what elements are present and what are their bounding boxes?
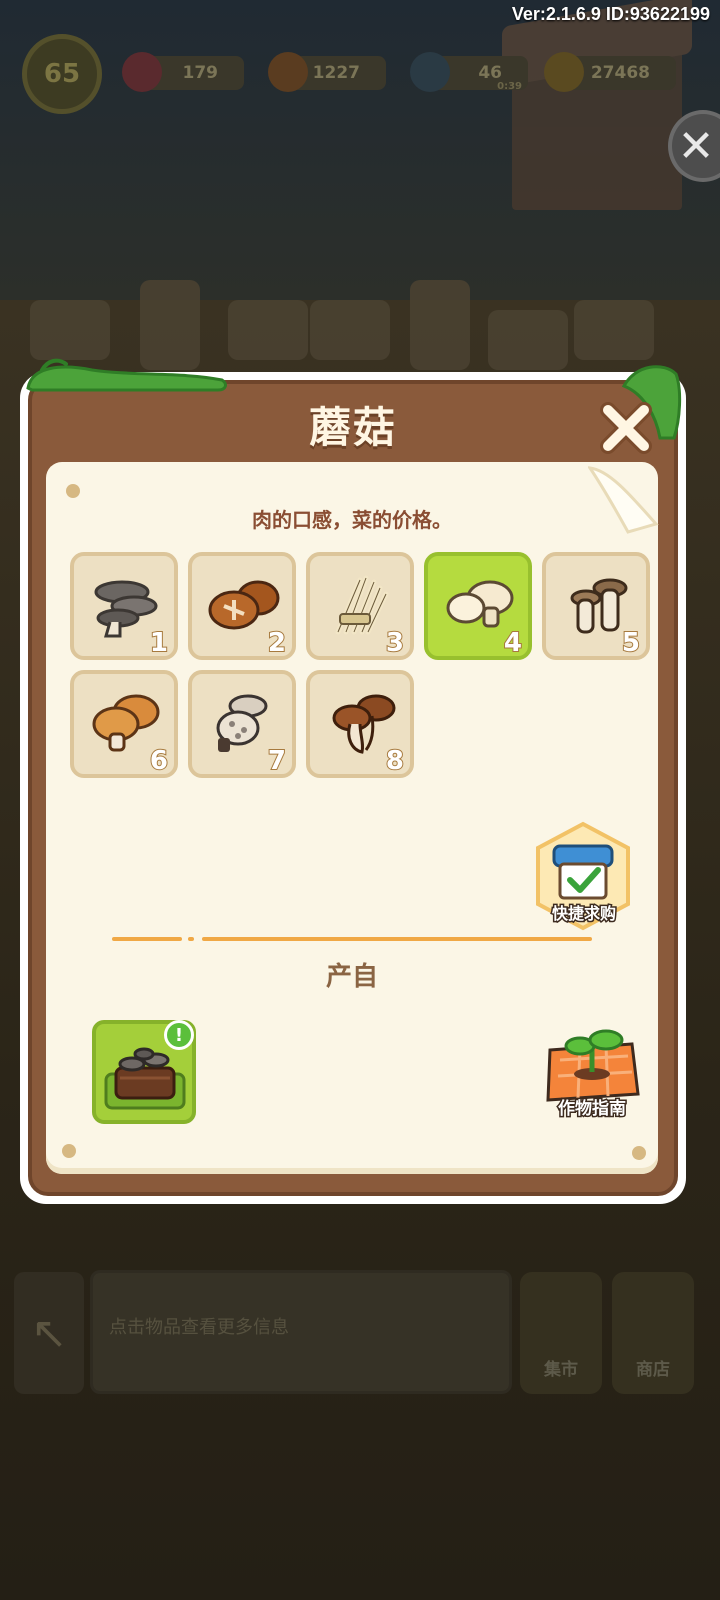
close-icon[interactable] [598, 400, 654, 456]
coin-icon [544, 52, 584, 92]
item-description: 肉的口感，菜的价格。 [252, 508, 452, 532]
crop-guide-label: 作物指南 [557, 1098, 628, 1121]
shop-button[interactable]: 商店 [612, 1272, 694, 1394]
mushroom-tile-8[interactable]: 8 [306, 670, 414, 778]
mushroom-tile-5[interactable]: 5 [542, 552, 650, 660]
bg-robot [140, 280, 200, 370]
alert-icon: ! [164, 1020, 194, 1050]
paper-pin [66, 484, 80, 498]
crop-guide-button[interactable] [540, 1020, 644, 1104]
player-level-badge[interactable]: 65 [22, 34, 102, 114]
source-title: 产自 [325, 962, 378, 992]
bg-dish [574, 300, 654, 360]
bg-dish [30, 300, 110, 360]
quick-buy-label: 快捷求购 [550, 903, 617, 925]
lightning-icon [410, 52, 450, 92]
market-button[interactable]: 集市 [520, 1272, 602, 1394]
bg-dish [310, 300, 390, 360]
section-divider [112, 937, 592, 941]
mushroom-tile-7[interactable]: 7 [188, 670, 296, 778]
carrot-icon [268, 52, 308, 92]
item-hint-bar: 点击物品查看更多信息 [90, 1270, 512, 1394]
back-arrow-icon[interactable]: ↖ [14, 1272, 84, 1394]
coins-counter[interactable]: 27468 [544, 52, 676, 92]
mushroom-tile-4[interactable]: 4 [424, 552, 532, 660]
mushroom-tile-2[interactable]: 2 [188, 552, 296, 660]
energy-counter[interactable]: 46 0:39 [410, 52, 528, 92]
mushroom-tile-6[interactable]: 6 [70, 670, 178, 778]
bg-robot [410, 280, 470, 370]
version-id-label: Ver:2.1.6.9 ID:93622199 [511, 4, 710, 24]
mushroom-tile-3[interactable]: 3 [306, 552, 414, 660]
carrots-counter[interactable]: 1227 [268, 52, 386, 92]
grass-decoration [26, 358, 227, 392]
paper-pin [62, 1144, 76, 1158]
mushroom-tile-1[interactable]: 1 [70, 552, 178, 660]
bg-dish [228, 300, 308, 360]
bg-dish [488, 310, 568, 370]
gems-counter[interactable]: 179 [122, 52, 244, 92]
gem-icon [122, 52, 162, 92]
paper-pin [632, 1146, 646, 1160]
